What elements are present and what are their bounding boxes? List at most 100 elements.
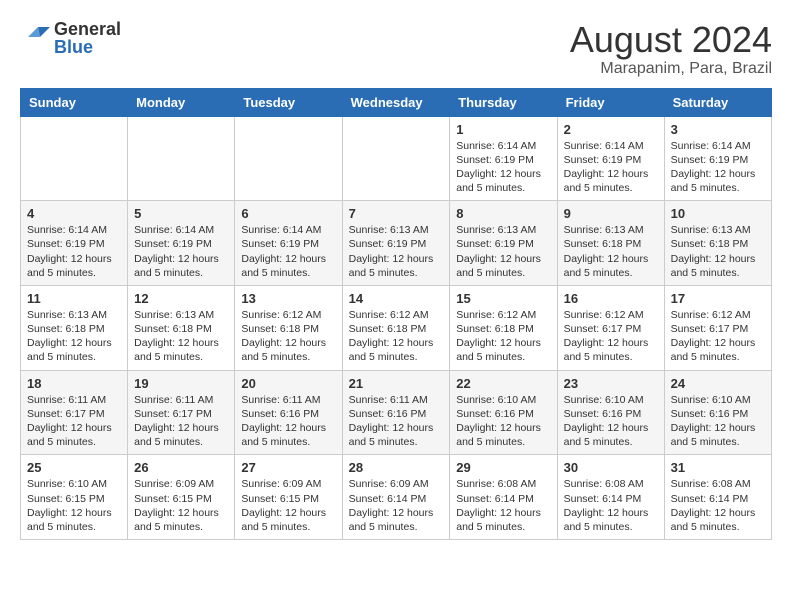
logo-icon (20, 23, 50, 53)
logo: General Blue (20, 20, 121, 56)
month-year: August 2024 (570, 20, 772, 60)
day-info: Sunrise: 6:08 AM Sunset: 6:14 PM Dayligh… (564, 477, 658, 534)
day-info: Sunrise: 6:11 AM Sunset: 6:16 PM Dayligh… (241, 393, 335, 450)
calendar-cell: 22 Sunrise: 6:10 AM Sunset: 6:16 PM Dayli… (450, 370, 557, 455)
logo-general: General (54, 20, 121, 38)
location: Marapanim, Para, Brazil (570, 60, 772, 78)
day-number: 30 (564, 460, 658, 475)
day-number: 12 (134, 291, 228, 306)
day-number: 16 (564, 291, 658, 306)
calendar-cell: 4 Sunrise: 6:14 AM Sunset: 6:19 PM Daylig… (21, 201, 128, 286)
day-number: 7 (349, 206, 444, 221)
day-number: 26 (134, 460, 228, 475)
day-number: 18 (27, 376, 121, 391)
day-info: Sunrise: 6:14 AM Sunset: 6:19 PM Dayligh… (241, 223, 335, 280)
day-number: 17 (671, 291, 765, 306)
calendar-cell: 13 Sunrise: 6:12 AM Sunset: 6:18 PM Dayli… (235, 285, 342, 370)
day-info: Sunrise: 6:13 AM Sunset: 6:18 PM Dayligh… (27, 308, 121, 365)
day-info: Sunrise: 6:11 AM Sunset: 6:17 PM Dayligh… (134, 393, 228, 450)
calendar-cell: 17 Sunrise: 6:12 AM Sunset: 6:17 PM Dayli… (664, 285, 771, 370)
calendar-cell: 29 Sunrise: 6:08 AM Sunset: 6:14 PM Dayli… (450, 455, 557, 540)
calendar-cell (342, 116, 450, 201)
day-number: 2 (564, 122, 658, 137)
day-info: Sunrise: 6:13 AM Sunset: 6:19 PM Dayligh… (456, 223, 550, 280)
column-header-wednesday: Wednesday (342, 88, 450, 116)
calendar-cell: 9 Sunrise: 6:13 AM Sunset: 6:18 PM Daylig… (557, 201, 664, 286)
calendar-cell: 30 Sunrise: 6:08 AM Sunset: 6:14 PM Dayli… (557, 455, 664, 540)
day-number: 27 (241, 460, 335, 475)
calendar-cell: 2 Sunrise: 6:14 AM Sunset: 6:19 PM Daylig… (557, 116, 664, 201)
day-info: Sunrise: 6:14 AM Sunset: 6:19 PM Dayligh… (456, 139, 550, 196)
logo-text: General Blue (54, 20, 121, 56)
day-number: 25 (27, 460, 121, 475)
calendar-cell: 1Sunrise: 6:14 AM Sunset: 6:19 PM Daylig… (450, 116, 557, 201)
day-info: Sunrise: 6:13 AM Sunset: 6:18 PM Dayligh… (671, 223, 765, 280)
calendar-cell: 28Sunrise: 6:09 AM Sunset: 6:14 PM Dayli… (342, 455, 450, 540)
column-header-saturday: Saturday (664, 88, 771, 116)
calendar-cell: 24 Sunrise: 6:10 AM Sunset: 6:16 PM Dayli… (664, 370, 771, 455)
calendar-cell: 31Sunrise: 6:08 AM Sunset: 6:14 PM Dayli… (664, 455, 771, 540)
calendar-cell: 21Sunrise: 6:11 AM Sunset: 6:16 PM Dayli… (342, 370, 450, 455)
calendar-cell: 5Sunrise: 6:14 AM Sunset: 6:19 PM Daylig… (128, 201, 235, 286)
calendar-cell: 20 Sunrise: 6:11 AM Sunset: 6:16 PM Dayli… (235, 370, 342, 455)
calendar-cell: 27 Sunrise: 6:09 AM Sunset: 6:15 PM Dayli… (235, 455, 342, 540)
day-number: 19 (134, 376, 228, 391)
calendar-cell: 14 Sunrise: 6:12 AM Sunset: 6:18 PM Dayli… (342, 285, 450, 370)
calendar-cell: 18Sunrise: 6:11 AM Sunset: 6:17 PM Dayli… (21, 370, 128, 455)
calendar-cell: 19 Sunrise: 6:11 AM Sunset: 6:17 PM Dayli… (128, 370, 235, 455)
day-info: Sunrise: 6:14 AM Sunset: 6:19 PM Dayligh… (134, 223, 228, 280)
day-info: Sunrise: 6:13 AM Sunset: 6:18 PM Dayligh… (134, 308, 228, 365)
day-number: 14 (349, 291, 444, 306)
day-info: Sunrise: 6:13 AM Sunset: 6:18 PM Dayligh… (564, 223, 658, 280)
day-number: 6 (241, 206, 335, 221)
day-info: Sunrise: 6:09 AM Sunset: 6:15 PM Dayligh… (134, 477, 228, 534)
day-number: 8 (456, 206, 550, 221)
calendar-cell (128, 116, 235, 201)
column-header-thursday: Thursday (450, 88, 557, 116)
column-header-tuesday: Tuesday (235, 88, 342, 116)
calendar-week-row: 1Sunrise: 6:14 AM Sunset: 6:19 PM Daylig… (21, 116, 772, 201)
day-info: Sunrise: 6:12 AM Sunset: 6:18 PM Dayligh… (456, 308, 550, 365)
day-number: 4 (27, 206, 121, 221)
title-area: August 2024 Marapanim, Para, Brazil (570, 20, 772, 78)
day-info: Sunrise: 6:10 AM Sunset: 6:16 PM Dayligh… (564, 393, 658, 450)
calendar-header-row: SundayMondayTuesdayWednesdayThursdayFrid… (21, 88, 772, 116)
day-info: Sunrise: 6:11 AM Sunset: 6:16 PM Dayligh… (349, 393, 444, 450)
column-header-monday: Monday (128, 88, 235, 116)
calendar-cell (21, 116, 128, 201)
calendar-cell: 7Sunrise: 6:13 AM Sunset: 6:19 PM Daylig… (342, 201, 450, 286)
day-info: Sunrise: 6:10 AM Sunset: 6:16 PM Dayligh… (456, 393, 550, 450)
calendar-cell: 12 Sunrise: 6:13 AM Sunset: 6:18 PM Dayli… (128, 285, 235, 370)
day-number: 3 (671, 122, 765, 137)
calendar-week-row: 4 Sunrise: 6:14 AM Sunset: 6:19 PM Daylig… (21, 201, 772, 286)
day-number: 9 (564, 206, 658, 221)
logo-blue: Blue (54, 38, 121, 56)
day-number: 28 (349, 460, 444, 475)
day-number: 24 (671, 376, 765, 391)
day-info: Sunrise: 6:14 AM Sunset: 6:19 PM Dayligh… (564, 139, 658, 196)
calendar-cell (235, 116, 342, 201)
calendar-cell: 3Sunrise: 6:14 AM Sunset: 6:19 PM Daylig… (664, 116, 771, 201)
day-number: 29 (456, 460, 550, 475)
day-info: Sunrise: 6:10 AM Sunset: 6:16 PM Dayligh… (671, 393, 765, 450)
column-header-sunday: Sunday (21, 88, 128, 116)
calendar-cell: 23 Sunrise: 6:10 AM Sunset: 6:16 PM Dayli… (557, 370, 664, 455)
day-number: 22 (456, 376, 550, 391)
day-info: Sunrise: 6:12 AM Sunset: 6:17 PM Dayligh… (671, 308, 765, 365)
day-info: Sunrise: 6:08 AM Sunset: 6:14 PM Dayligh… (671, 477, 765, 534)
day-number: 20 (241, 376, 335, 391)
calendar-cell: 26 Sunrise: 6:09 AM Sunset: 6:15 PM Dayli… (128, 455, 235, 540)
day-number: 15 (456, 291, 550, 306)
day-info: Sunrise: 6:08 AM Sunset: 6:14 PM Dayligh… (456, 477, 550, 534)
calendar-cell: 11Sunrise: 6:13 AM Sunset: 6:18 PM Dayli… (21, 285, 128, 370)
day-info: Sunrise: 6:12 AM Sunset: 6:18 PM Dayligh… (349, 308, 444, 365)
day-info: Sunrise: 6:09 AM Sunset: 6:15 PM Dayligh… (241, 477, 335, 534)
day-number: 13 (241, 291, 335, 306)
calendar-cell: 15 Sunrise: 6:12 AM Sunset: 6:18 PM Dayli… (450, 285, 557, 370)
day-number: 23 (564, 376, 658, 391)
calendar-week-row: 18 Sunrise: 6:11 AM Sunset: 6:17 PM Dayli… (21, 370, 772, 455)
day-info: Sunrise: 6:10 AM Sunset: 6:15 PM Dayligh… (27, 477, 121, 534)
calendar-cell: 8 Sunrise: 6:13 AM Sunset: 6:19 PM Daylig… (450, 201, 557, 286)
day-info: Sunrise: 6:12 AM Sunset: 6:18 PM Dayligh… (241, 308, 335, 365)
day-info: Sunrise: 6:14 AM Sunset: 6:19 PM Dayligh… (27, 223, 121, 280)
